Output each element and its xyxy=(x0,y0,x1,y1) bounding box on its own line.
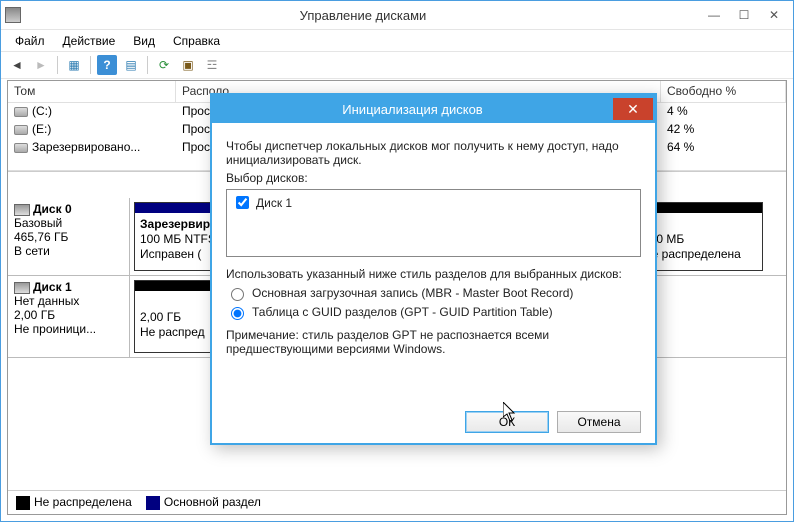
cancel-button[interactable]: Отмена xyxy=(557,411,641,433)
disk-label[interactable]: Диск 0 Базовый 465,76 ГБ В сети xyxy=(8,198,130,275)
dialog-intro: Чтобы диспетчер локальных дисков мог пол… xyxy=(226,139,641,167)
dialog-close-button[interactable]: ✕ xyxy=(613,98,653,120)
drive-icon xyxy=(14,125,28,135)
disk1-checkbox[interactable] xyxy=(236,196,249,209)
swatch-unallocated xyxy=(16,496,30,510)
maximize-button[interactable]: ☐ xyxy=(729,5,759,25)
menubar: Файл Действие Вид Справка xyxy=(1,29,793,51)
menu-help[interactable]: Справка xyxy=(165,32,228,50)
rescan-icon[interactable]: ▣ xyxy=(178,55,198,75)
view-button[interactable]: ▦ xyxy=(64,55,84,75)
col-volume[interactable]: Том xyxy=(8,81,176,103)
swatch-primary xyxy=(146,496,160,510)
disk-icon xyxy=(14,204,30,216)
back-button[interactable]: ◄ xyxy=(7,55,27,75)
dialog-titlebar[interactable]: Инициализация дисков ✕ xyxy=(212,95,655,123)
volume-name: (C:) xyxy=(8,103,176,121)
disk-checkbox-item[interactable]: Диск 1 xyxy=(232,193,635,212)
app-icon xyxy=(5,7,21,23)
disk-icon xyxy=(14,282,30,294)
volume-free: 4 % xyxy=(661,103,786,121)
close-button[interactable]: ✕ xyxy=(759,5,789,25)
radio-gpt[interactable]: Таблица с GUID разделов (GPT - GUID Part… xyxy=(226,304,641,320)
radio-mbr[interactable]: Основная загрузочная запись (MBR - Maste… xyxy=(226,285,641,301)
dialog-title: Инициализация дисков xyxy=(212,102,613,117)
initialize-disk-dialog: Инициализация дисков ✕ Чтобы диспетчер л… xyxy=(210,93,657,445)
legend: Не распределена Основной раздел xyxy=(8,490,786,514)
gpt-radio[interactable] xyxy=(231,307,244,320)
drive-icon xyxy=(14,143,28,153)
menu-action[interactable]: Действие xyxy=(55,32,124,50)
disk-select-list[interactable]: Диск 1 xyxy=(226,189,641,257)
disk-label[interactable]: Диск 1 Нет данных 2,00 ГБ Не проиници... xyxy=(8,276,130,357)
ok-button[interactable]: ОК xyxy=(465,411,549,433)
refresh-icon[interactable]: ⟳ xyxy=(154,55,174,75)
disk-management-window: Управление дисками — ☐ ✕ Файл Действие В… xyxy=(0,0,794,522)
detail-view-icon[interactable]: ▤ xyxy=(121,55,141,75)
col-free[interactable]: Свободно % xyxy=(661,81,786,103)
dialog-note: Примечание: стиль разделов GPT не распоз… xyxy=(226,328,641,356)
mbr-radio[interactable] xyxy=(231,288,244,301)
minimize-button[interactable]: — xyxy=(699,5,729,25)
partition-style-label: Использовать указанный ниже стиль раздел… xyxy=(226,267,641,281)
menu-view[interactable]: Вид xyxy=(125,32,163,50)
help-icon[interactable]: ? xyxy=(97,55,117,75)
forward-button[interactable]: ► xyxy=(31,55,51,75)
menu-file[interactable]: Файл xyxy=(7,32,53,50)
window-title: Управление дисками xyxy=(27,8,699,23)
properties-icon[interactable]: ☲ xyxy=(202,55,222,75)
titlebar: Управление дисками — ☐ ✕ xyxy=(1,1,793,29)
toolbar: ◄ ► ▦ ? ▤ ⟳ ▣ ☲ xyxy=(1,51,793,79)
drive-icon xyxy=(14,107,28,117)
disk-select-label: Выбор дисков: xyxy=(226,171,641,185)
